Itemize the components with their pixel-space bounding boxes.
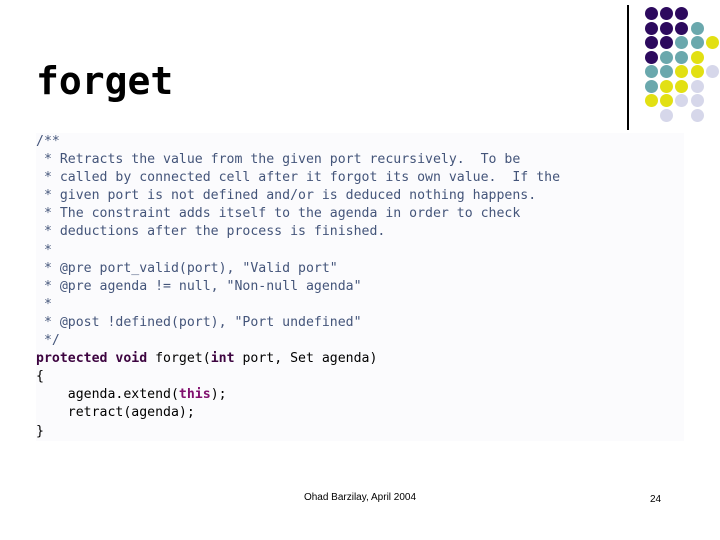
code-line: agenda.extend(this); [36,386,684,404]
decorative-dot-purple [645,50,658,64]
code-line: retract(agenda); [36,404,684,422]
code-token-comment: /** [36,134,60,149]
decorative-dot-yellow [660,79,674,93]
decorative-dot-purple [660,7,674,20]
code-token-comment: * @post !defined(port), "Port undefined" [36,314,362,330]
decorative-dot-lavender [690,79,704,93]
decorative-dot-yellow [690,50,704,64]
code-line: * deductions after the process is finish… [36,223,684,241]
decorative-dot-teal [690,21,704,35]
decorative-dot-teal [675,50,689,64]
code-token-comment: * Retracts the value from the given port… [36,152,521,168]
code-line: /** [36,133,684,151]
code-token-comment: * @pre port_valid(port), "Valid port" [36,260,338,276]
code-line: * @pre port_valid(port), "Valid port" [36,260,684,278]
code-line: } [36,423,684,441]
code-line: * given port is not defined and/or is de… [36,187,684,205]
decorative-dot-yellow [645,94,658,107]
code-token-plain: } [36,423,44,439]
decorative-dot-teal [675,36,689,49]
code-line: * Retracts the value from the given port… [36,151,684,169]
decorative-dot-purple [660,36,674,49]
code-token-comment: * [36,296,52,312]
decorative-dot-purple [660,21,674,35]
code-token-comment: * given port is not defined and/or is de… [36,188,537,204]
decorative-dot-yellow [675,79,689,93]
decorative-dot-yellow [675,65,689,78]
code-token-comment: */ [36,333,60,349]
decorative-dot-teal [645,79,658,93]
code-token-plain: agenda.extend( [36,387,179,403]
code-token-comment: * The constraint adds itself to the agen… [36,206,521,222]
decorative-dot-teal [645,65,658,78]
decorative-dot-lavender [660,108,674,122]
decorative-dot-purple [645,7,658,20]
decorative-dot-teal [690,36,704,49]
page-number: 24 [650,494,662,505]
decorative-dot-yellow [660,94,674,107]
decorative-dot-purple [675,21,689,35]
code-line: { [36,368,684,386]
header-vertical-rule [627,5,629,130]
code-token-kw: protected void [36,351,148,367]
decorative-dot-yellow [705,36,719,49]
code-token-comment: * deductions after the process is finish… [36,224,386,240]
decorative-dot-purple [645,36,658,49]
code-token-plain: port, Set agenda) [234,351,378,367]
code-line: * called by connected cell after it forg… [36,169,684,187]
code-token-comment: * called by connected cell after it forg… [36,170,561,186]
code-token-plain: { [36,369,44,385]
decorative-dot-lavender [675,94,689,107]
decorative-dot-lavender [705,65,719,78]
code-token-comment: * [36,242,52,258]
decorative-dot-purple [645,21,658,35]
code-line: * [36,296,684,314]
code-line: * @pre agenda != null, "Non-null agenda" [36,278,684,296]
code-token-kw: int [210,351,235,367]
code-line: * @post !defined(port), "Port undefined" [36,314,684,332]
code-token-comment: * @pre agenda != null, "Non-null agenda" [36,278,362,294]
page-title: forget [36,59,174,103]
code-token-plain: forget( [147,351,211,367]
code-token-this: this [178,387,211,403]
code-line: */ [36,332,684,350]
footer-credit: Ohad Barzilay, April 2004 [303,492,417,503]
decorative-dot-yellow [690,65,704,78]
code-token-plain: retract(agenda); [36,405,195,421]
code-line: * [36,242,684,260]
code-block: /** * Retracts the value from the given … [36,133,684,441]
decorative-dot-grid [645,7,719,123]
decorative-dot-teal [660,65,674,78]
code-line: * The constraint adds itself to the agen… [36,205,684,223]
code-token-plain: ); [210,387,227,403]
decorative-dot-lavender [690,108,704,122]
code-line: protected void forget(int port, Set agen… [36,350,684,368]
decorative-dot-purple [675,7,689,20]
decorative-dot-teal [660,50,674,64]
decorative-dot-lavender [690,94,704,107]
